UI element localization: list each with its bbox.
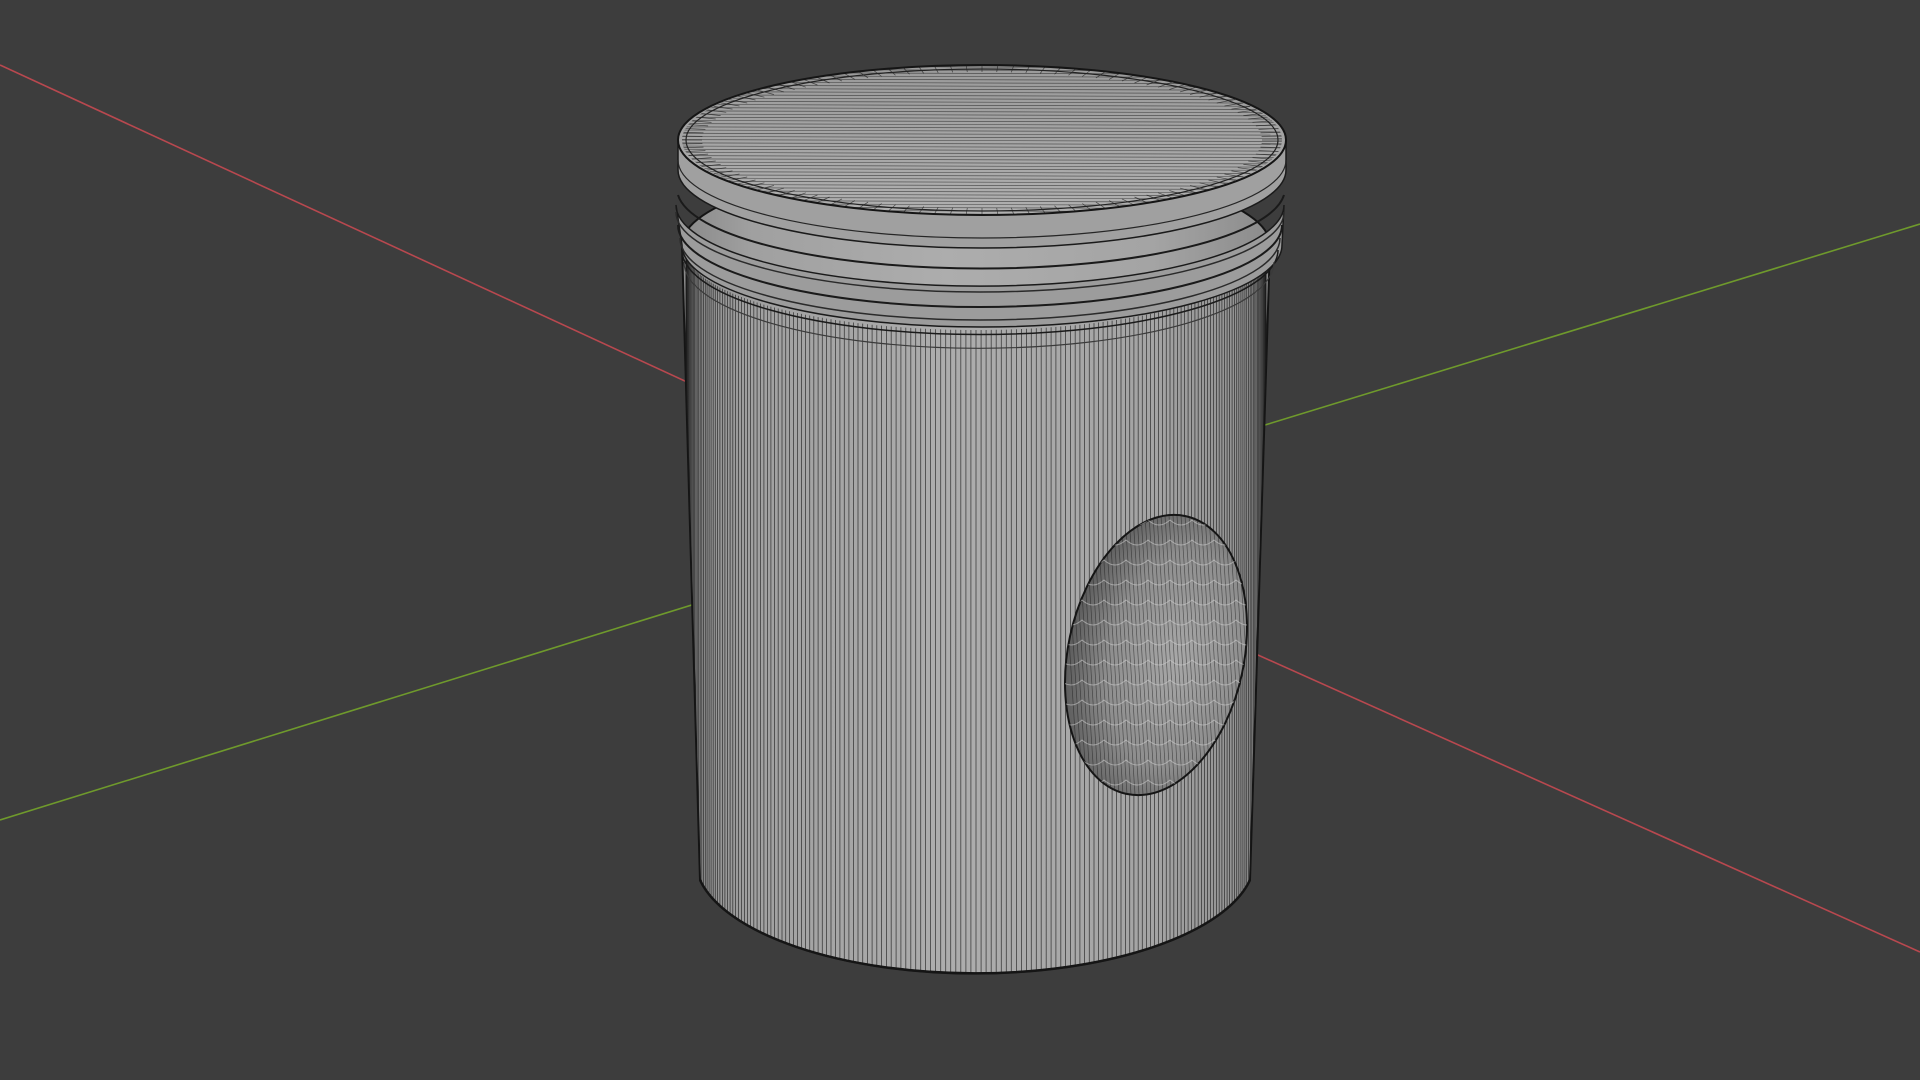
y-axis-line xyxy=(0,589,741,821)
viewport-canvas[interactable] xyxy=(0,0,1920,1080)
x-axis-line-front xyxy=(1179,619,1920,953)
wire-edge xyxy=(1259,499,1272,811)
x-axis-line xyxy=(0,64,701,389)
y-axis-line-back xyxy=(1264,223,1920,426)
3d-viewport[interactable] xyxy=(0,0,1920,1080)
piston-mesh[interactable] xyxy=(670,64,1300,1000)
